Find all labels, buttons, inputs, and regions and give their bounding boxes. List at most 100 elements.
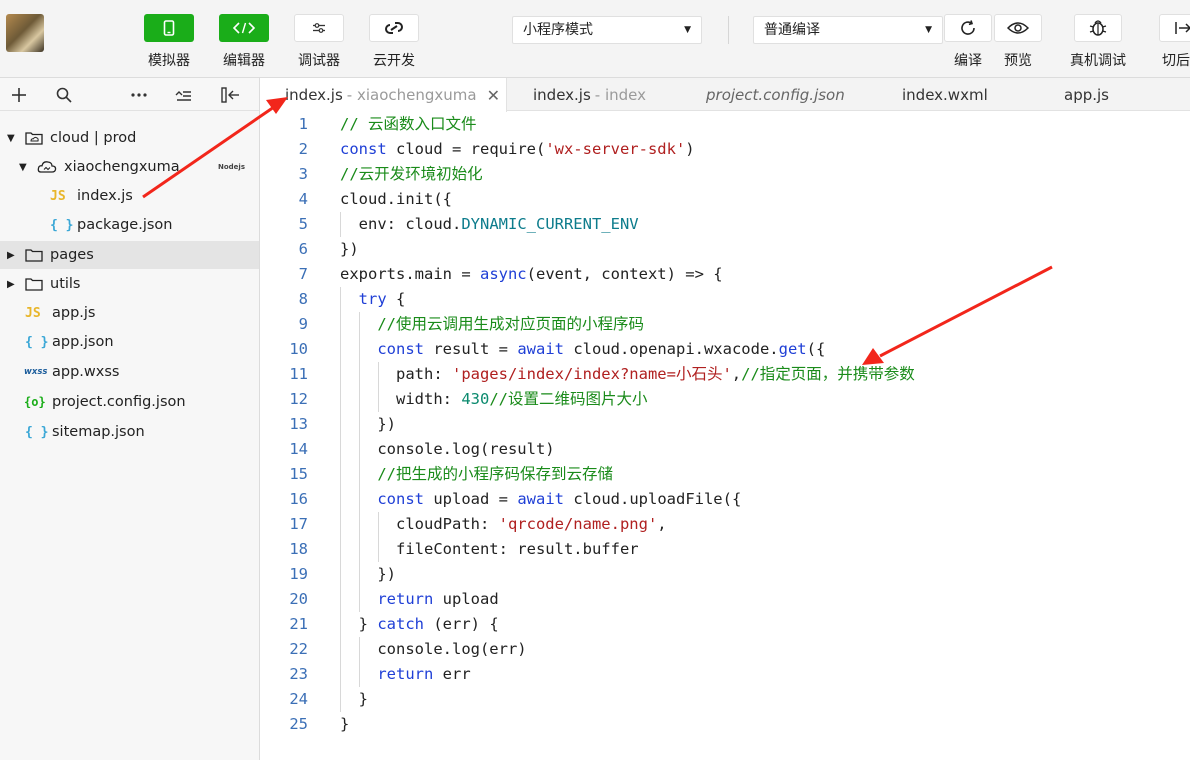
simulator-label: 模拟器: [148, 53, 190, 69]
tab-project-config-json[interactable]: project.config.json: [706, 78, 845, 111]
compile-select[interactable]: 普通编译 ▼: [753, 16, 943, 44]
code-line[interactable]: 17 cloudPath: 'qrcode/name.png',: [261, 512, 1190, 537]
debugger-button[interactable]: 调试器: [294, 14, 344, 70]
caret-right-icon: ▶: [7, 249, 15, 261]
tree-file-app-wxss[interactable]: wxss app.wxss: [0, 358, 259, 386]
line-number: 12: [289, 390, 308, 408]
tree-label: utils: [50, 276, 81, 292]
file-explorer: ▼ cloud | prod ▼ xiaochengxuma Nodejs JS…: [0, 78, 260, 760]
chevron-down-icon: ▼: [684, 25, 691, 35]
line-number: 3: [298, 165, 308, 183]
code-line[interactable]: 13 }): [261, 412, 1190, 437]
tree-file-project-config-json[interactable]: {o} project.config.json: [0, 388, 259, 416]
code-line[interactable]: 18 fileContent: result.buffer: [261, 537, 1190, 562]
tree-folder-cloud[interactable]: ▼ cloud | prod: [0, 124, 259, 152]
tab-index-js-index[interactable]: index.js - index: [533, 78, 646, 111]
tab-label: index.js: [285, 86, 343, 104]
code-line[interactable]: 10 const result = await cloud.openapi.wx…: [261, 337, 1190, 362]
collapse-all-icon[interactable]: [173, 84, 195, 106]
mode-select[interactable]: 小程序模式 ▼: [512, 16, 702, 44]
tab-label: index.wxml: [902, 85, 988, 104]
tree-file-index-js[interactable]: JS index.js: [0, 182, 259, 210]
code-text: width: 430//设置二维码图片大小: [340, 390, 648, 408]
tab-index-js-xiaochengxuma[interactable]: index.js - xiaochengxuma ✕: [261, 78, 507, 112]
json-file-icon: { }: [25, 334, 49, 350]
code-text: exports.main = async(event, context) => …: [340, 265, 723, 283]
code-line[interactable]: 16 const upload = await cloud.uploadFile…: [261, 487, 1190, 512]
json-file-icon: { }: [25, 424, 49, 440]
line-number: 8: [298, 290, 308, 308]
code-line[interactable]: 21 } catch (err) {: [261, 612, 1190, 637]
code-text: }): [340, 565, 396, 583]
code-line[interactable]: 2 const cloud = require('wx-server-sdk'): [261, 137, 1190, 162]
code-line[interactable]: 1 // 云函数入口文件: [261, 112, 1190, 137]
tree-label: package.json: [77, 217, 173, 233]
json-file-icon: { }: [50, 217, 74, 233]
code-text: }: [340, 690, 368, 708]
tree-file-package-json[interactable]: { } package.json: [0, 211, 259, 239]
code-text: }): [340, 415, 396, 433]
line-number: 5: [298, 215, 308, 233]
line-number: 15: [289, 465, 308, 483]
code-line[interactable]: 24 }: [261, 687, 1190, 712]
code-text: }: [340, 715, 350, 733]
line-number: 11: [289, 365, 308, 383]
code-line[interactable]: 8 try {: [261, 287, 1190, 312]
bug-icon: [1074, 14, 1122, 42]
line-number: 16: [289, 490, 308, 508]
code-line[interactable]: 5 env: cloud.DYNAMIC_CURRENT_ENV: [261, 212, 1190, 237]
simulator-button[interactable]: 模拟器: [144, 14, 194, 70]
editor-button[interactable]: 编辑器: [219, 14, 269, 70]
code-editor[interactable]: 1 // 云函数入口文件 2 const cloud = require('wx-se…: [261, 112, 1190, 760]
line-number: 19: [289, 565, 308, 583]
avatar[interactable]: [6, 14, 44, 52]
code-line[interactable]: 3 //云开发环境初始化: [261, 162, 1190, 187]
code-line[interactable]: 25}: [261, 712, 1190, 737]
add-icon[interactable]: [8, 84, 30, 106]
code-line[interactable]: 12 width: 430//设置二维码图片大小: [261, 387, 1190, 412]
line-number: 24: [289, 690, 308, 708]
tree-file-app-js[interactable]: JS app.js: [0, 299, 259, 327]
search-icon[interactable]: [53, 84, 75, 106]
tree-label: index.js: [77, 188, 133, 204]
line-number: 21: [289, 615, 308, 633]
tab-app-js[interactable]: app.js: [1064, 78, 1109, 111]
background-label: 切后台: [1162, 53, 1190, 69]
tree-folder-pages[interactable]: ▶ pages: [0, 241, 259, 269]
tree-folder-xiaochengxuma[interactable]: ▼ xiaochengxuma Nodejs: [0, 153, 259, 181]
debugger-label: 调试器: [298, 53, 340, 69]
code-line[interactable]: 7 exports.main = async(event, context) =>…: [261, 262, 1190, 287]
code-line[interactable]: 23 return err: [261, 662, 1190, 687]
caret-down-icon: ▼: [7, 132, 15, 144]
refresh-icon: [944, 14, 992, 42]
code-line[interactable]: 15 //把生成的小程序码保存到云存储: [261, 462, 1190, 487]
background-button[interactable]: 切后台: [1153, 14, 1190, 70]
config-file-icon: {o}: [24, 395, 46, 409]
code-text: const cloud = require('wx-server-sdk'): [340, 140, 695, 158]
cloud-dev-button[interactable]: 云开发: [369, 14, 419, 70]
tab-index-wxml[interactable]: index.wxml: [902, 78, 988, 111]
collapse-sidebar-icon[interactable]: [220, 84, 242, 106]
toolbar: 模拟器 编辑器 调试器 云开发 小程序模式 ▼ 普通编译 ▼ 编译 预览 真机调…: [0, 0, 1190, 78]
code-line[interactable]: 9 //使用云调用生成对应页面的小程序码: [261, 312, 1190, 337]
javascript-file-icon: JS: [50, 188, 66, 204]
nodejs-badge: Nodejs: [218, 163, 245, 171]
close-icon[interactable]: ✕: [487, 86, 500, 105]
code-line[interactable]: 14 console.log(result): [261, 437, 1190, 462]
preview-button[interactable]: 预览: [988, 14, 1048, 70]
code-text: const result = await cloud.openapi.wxaco…: [377, 340, 826, 358]
code-line[interactable]: 22 console.log(err): [261, 637, 1190, 662]
tree-folder-utils[interactable]: ▶ utils: [0, 270, 259, 298]
code-line[interactable]: 11 path: 'pages/index/index?name=小石头',//…: [261, 362, 1190, 387]
code-line[interactable]: 6}): [261, 237, 1190, 262]
tree-file-app-json[interactable]: { } app.json: [0, 328, 259, 356]
code-icon: [219, 14, 269, 42]
tree-file-sitemap-json[interactable]: { } sitemap.json: [0, 418, 259, 446]
code-line[interactable]: 4 cloud.init({: [261, 187, 1190, 212]
code-text: console.log(result): [340, 440, 555, 458]
remote-debug-button[interactable]: 真机调试: [1068, 14, 1128, 70]
code-line[interactable]: 20 return upload: [261, 587, 1190, 612]
more-icon[interactable]: [128, 84, 150, 106]
code-line[interactable]: 19 }): [261, 562, 1190, 587]
wxss-file-icon: wxss: [24, 367, 48, 377]
